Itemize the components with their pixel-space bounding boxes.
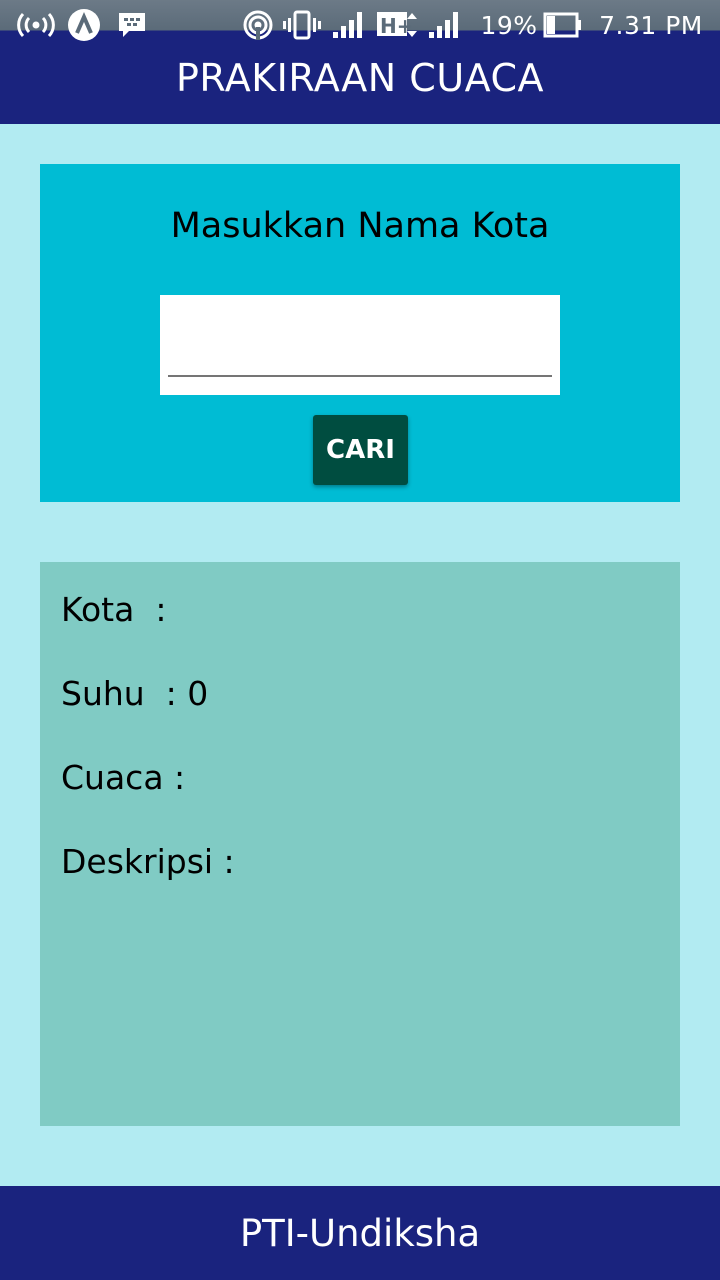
status-bar: H+ 19% 7.31 PM bbox=[0, 0, 720, 50]
battery-icon bbox=[542, 8, 584, 42]
search-card: Masukkan Nama Kota CARI bbox=[40, 164, 680, 502]
temperature-result-label: Suhu : 0 bbox=[61, 674, 209, 713]
bbm-icon bbox=[116, 8, 148, 42]
signal-icon bbox=[330, 8, 370, 42]
clock-time: 7.31 PM bbox=[599, 10, 703, 40]
battery-percentage: 19% bbox=[480, 10, 538, 40]
app-title: PRAKIRAAN CUACA bbox=[175, 56, 545, 100]
signal-icon-2 bbox=[426, 8, 466, 42]
city-result-label: Kota : bbox=[61, 590, 167, 629]
wifi-hotspot-icon bbox=[16, 8, 56, 42]
hotspot-icon bbox=[242, 8, 274, 42]
city-input-container bbox=[160, 295, 560, 395]
city-name-input[interactable] bbox=[168, 313, 552, 377]
vibrate-icon bbox=[282, 8, 322, 42]
app-logo-icon bbox=[66, 8, 102, 42]
search-button[interactable]: CARI bbox=[313, 415, 408, 485]
description-result-label: Deskripsi : bbox=[61, 842, 235, 881]
footer-text: PTI-Undiksha bbox=[239, 1211, 481, 1255]
weather-result-label: Cuaca : bbox=[61, 758, 186, 797]
city-prompt-label: Masukkan Nama Kota bbox=[170, 206, 550, 246]
weather-result-card: Kota : Suhu : 0 Cuaca : Deskripsi : bbox=[40, 562, 680, 1126]
hplus-data-icon: H+ bbox=[376, 8, 424, 42]
footer: PTI-Undiksha bbox=[0, 1186, 720, 1280]
app-bar: PRAKIRAAN CUACA bbox=[0, 50, 720, 124]
